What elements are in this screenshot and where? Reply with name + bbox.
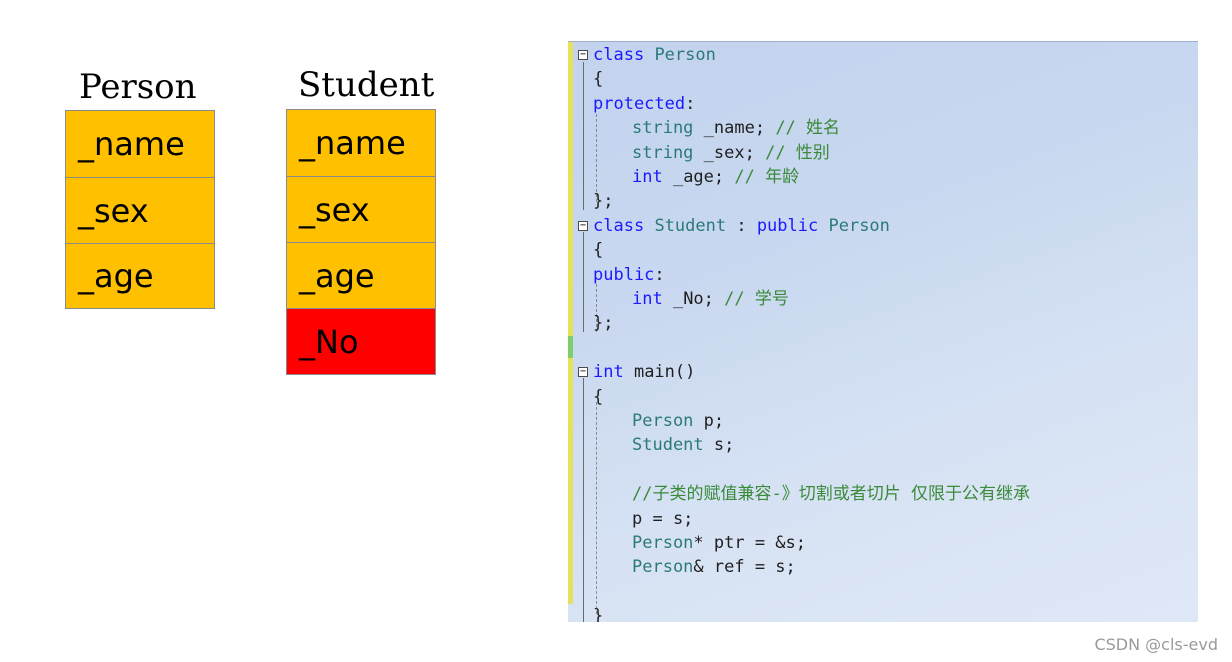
- student-field-sex: _sex: [286, 176, 436, 243]
- code-token: & ref = s;: [693, 557, 796, 578]
- code-token: _name;: [693, 118, 776, 139]
- code-line[interactable]: };: [593, 311, 613, 335]
- code-token: //子类的赋值兼容-》切割或者切片 仅限于公有继承: [632, 484, 1030, 505]
- change-margin: [568, 42, 573, 604]
- code-token: :: [654, 264, 665, 285]
- code-token: Person: [828, 215, 890, 236]
- code-token: // 性别: [765, 142, 830, 163]
- indent-guide-main: [596, 402, 597, 614]
- code-token: // 年龄: [734, 167, 800, 187]
- code-line[interactable]: {: [593, 385, 603, 409]
- code-line[interactable]: {: [593, 238, 603, 262]
- code-token: Student: [654, 215, 727, 236]
- collapse-fold-icon[interactable]: −: [578, 367, 588, 378]
- code-line[interactable]: int _No; // 学号: [632, 287, 789, 311]
- code-line[interactable]: Person* ptr = &s;: [632, 531, 806, 555]
- code-line[interactable]: public:: [593, 263, 665, 287]
- code-line[interactable]: string _sex; // 性别: [632, 141, 830, 165]
- person-field-sex: _sex: [65, 177, 215, 244]
- code-line[interactable]: int main(): [593, 360, 695, 384]
- person-field-name: _name: [65, 110, 215, 178]
- code-line[interactable]: class Person: [593, 43, 716, 67]
- code-token: };: [593, 313, 614, 334]
- student-title: Student: [298, 65, 435, 105]
- code-line[interactable]: p = s;: [632, 507, 693, 531]
- code-token: Person: [632, 533, 694, 553]
- code-token: {: [593, 386, 604, 407]
- code-token: string: [632, 142, 694, 163]
- code-token: };: [593, 191, 614, 212]
- code-token: p = s;: [632, 508, 694, 529]
- code-line[interactable]: Person p;: [632, 409, 724, 433]
- code-line[interactable]: Student s;: [632, 433, 734, 457]
- code-line[interactable]: Person& ref = s;: [632, 555, 796, 579]
- code-line[interactable]: class Student : public Person: [593, 214, 890, 238]
- student-field-age: _age: [286, 242, 436, 309]
- code-token: main(): [623, 362, 696, 383]
- code-token: public: [593, 264, 655, 285]
- fold-guide-person: [583, 62, 584, 210]
- code-line[interactable]: string _name; // 姓名: [632, 116, 840, 140]
- code-token: int: [632, 289, 663, 309]
- code-token: class: [593, 45, 645, 65]
- code-token: // 姓名: [775, 118, 841, 139]
- student-field-no: _No: [286, 308, 436, 375]
- code-token: * ptr = &s;: [693, 533, 807, 553]
- watermark: CSDN @cls-evd: [1094, 635, 1218, 654]
- code-token: Person: [632, 557, 694, 578]
- code-line[interactable]: {: [593, 67, 603, 91]
- code-token: {: [593, 69, 604, 90]
- code-panel: class Person{protected: string _name; // …: [568, 41, 1198, 622]
- code-token: // 学号: [724, 289, 789, 309]
- code-token: :: [726, 215, 757, 236]
- person-title: Person: [79, 67, 197, 107]
- code-token: _No;: [662, 289, 725, 309]
- collapse-fold-icon[interactable]: −: [578, 220, 588, 231]
- code-token: p;: [693, 411, 725, 431]
- code-line[interactable]: int _age; // 年龄: [632, 165, 799, 189]
- code-token: _age;: [662, 167, 735, 187]
- code-token: public: [756, 215, 819, 236]
- collapse-fold-icon[interactable]: −: [578, 50, 588, 60]
- fold-guide-main: [583, 378, 584, 622]
- code-token: _sex;: [693, 142, 766, 163]
- code-token: }: [593, 606, 604, 622]
- code-line[interactable]: //子类的赋值兼容-》切割或者切片 仅限于公有继承: [632, 482, 1030, 506]
- person-field-age: _age: [65, 243, 215, 309]
- saved-change-marker: [568, 336, 573, 358]
- code-token: Person: [654, 45, 716, 65]
- code-token: :: [685, 93, 696, 114]
- code-token: Student: [632, 435, 704, 456]
- code-token: Person: [632, 411, 694, 431]
- code-line[interactable]: }: [593, 604, 603, 622]
- code-line[interactable]: };: [593, 189, 613, 213]
- code-token: s;: [703, 435, 735, 456]
- code-line[interactable]: protected:: [593, 92, 695, 116]
- code-token: int: [593, 362, 624, 383]
- code-token: protected: [593, 93, 686, 114]
- student-field-name: _name: [286, 109, 436, 177]
- code-token: int: [632, 167, 663, 187]
- code-token: string: [632, 118, 694, 139]
- fold-guide-student: [583, 232, 584, 332]
- code-token: {: [593, 240, 604, 261]
- code-token: class: [593, 215, 645, 236]
